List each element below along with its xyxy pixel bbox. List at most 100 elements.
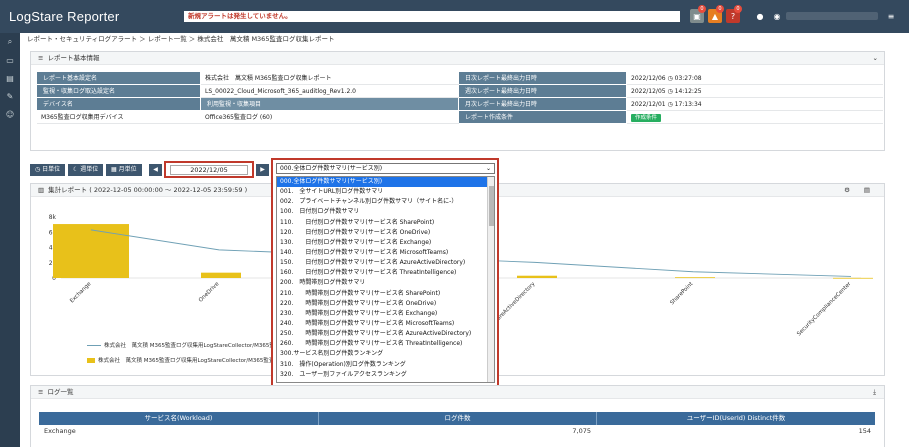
sidebar: ⌕ ▭ ▤ ✎ ☺ [0, 33, 20, 447]
date-input[interactable]: 2022/12/05 [170, 165, 248, 175]
dropdown-option[interactable]: 160. 日付別ログ件数サマリ(サービス名 ThreatIntelligence… [277, 268, 494, 278]
report-options-list[interactable]: 000.全体ログ件数サマリ(サービス別) 001. 全サイトURL別ログ件数サマリ… [276, 176, 495, 383]
wrench-icon[interactable]: ✎ [0, 87, 20, 105]
dropdown-option[interactable]: 002. プライベートチャンネル別ログ件数サマリ（サイト名に-） [277, 197, 494, 207]
info-label: 監視・収集ログ取込設定名 [37, 85, 201, 98]
dropdown-option[interactable]: 100. 日付別ログ件数サマリ [277, 207, 494, 217]
prev-date-button[interactable]: ◀ [149, 164, 162, 176]
info-row: デバイス名 利用監視・収集項目 月次レポート最終出力日時 2022/12/01 … [37, 98, 883, 111]
column-header-log-count[interactable]: ログ件数 [319, 412, 597, 425]
document-icon[interactable]: ▤ [0, 69, 20, 87]
info-label: 利用監視・収集項目 [201, 98, 459, 111]
dropdown-option[interactable]: 300.サービス名別ログ件数ランキング [277, 349, 494, 359]
week-unit-button[interactable]: ☾ 週単位 [68, 164, 104, 176]
info-value: 作成条件 [627, 111, 883, 124]
report-select-value: 000.全体ログ件数サマリ(サービス別) [280, 165, 383, 172]
report-icon[interactable]: ▭ [0, 51, 20, 69]
table-row[interactable]: Exchange 7,075 154 [39, 425, 875, 437]
day-unit-label: 日単位 [42, 166, 61, 173]
basic-info-grid: レポート基本設定名 株式会社 萬文積 M365監査ログ収集レポート 日次レポート… [37, 72, 883, 124]
user-icon[interactable]: ◉ [770, 9, 784, 23]
dropdown-option[interactable]: 220. 時間帯別ログ件数サマリ(サービス名 OneDrive) [277, 299, 494, 309]
table-cell: Exchange [44, 427, 76, 435]
error-count-badge: 0 [734, 5, 742, 13]
report-select[interactable]: 000.全体ログ件数サマリ(サービス別) ⌄ [276, 163, 495, 174]
chevron-down-icon[interactable]: ⌄ [873, 52, 878, 65]
info-label: 日次レポート最終出力日時 [459, 72, 627, 85]
table-cell: 7,075 [572, 427, 591, 435]
log-list-title: ログ一覧 [47, 388, 74, 396]
info-row: 監視・収集ログ取込設定名 LS_00022_Cloud_Microsoft_36… [37, 85, 883, 98]
dropdown-option[interactable]: 310. 操作(Operation)別ログ件数ランキング [277, 360, 494, 370]
legend-bar-label: 株式会社 萬文積 M365監査ログ収集用LogStareCollector/M3… [98, 358, 286, 364]
bar [833, 277, 873, 279]
search-icon[interactable]: ⌕ [0, 33, 20, 51]
column-header-user-count[interactable]: ユーザーID(UserId) Distinct件数 [597, 412, 875, 425]
next-date-button[interactable]: ▶ [256, 164, 269, 176]
x-tick-label: SharePoint [669, 281, 695, 307]
legend-line-entry[interactable]: 株式会社 萬文積 M365監査ログ収集用LogStareCollector/M3… [87, 341, 291, 349]
basic-info-header: ≡ レポート基本情報 ⌄ [31, 52, 884, 65]
info-value: LS_00022_Cloud_Microsoft_365_auditlog_Re… [201, 85, 459, 98]
basic-info-title: レポート基本情報 [47, 54, 100, 62]
dropdown-option[interactable]: 000.全体ログ件数サマリ(サービス別) [277, 177, 494, 188]
info-row: M365監査ログ収集用デバイス Office365監査ログ (60) レポート作… [37, 111, 883, 124]
info-label: デバイス名 [37, 98, 201, 111]
day-unit-button[interactable]: ◷ 日単位 [30, 164, 66, 176]
info-value: 2022/12/01 ◷ 17:13:34 [627, 98, 883, 111]
report-select-highlight: 000.全体ログ件数サマリ(サービス別) ⌄ 000.全体ログ件数サマリ(サービ… [271, 158, 499, 387]
log-table: サービス名(Workload) ログ件数 ユーザーID(UserId) Dist… [39, 412, 875, 437]
legend-line-label: 株式会社 萬文積 M365監査ログ収集用LogStareCollector/M3… [104, 343, 292, 349]
scrollbar[interactable] [487, 177, 494, 382]
dropdown-option[interactable]: 320. ユーザー別ファイルアクセスランキング [277, 370, 494, 380]
week-unit-label: 週単位 [80, 166, 99, 173]
column-header-workload[interactable]: サービス名(Workload) [39, 412, 319, 425]
x-tick-label: Exchange [69, 281, 93, 305]
breadcrumb[interactable]: レポート・セキュリティログアラート ＞ レポート一覧 ＞ 株式会社 萬文積 M3… [27, 33, 334, 45]
date-highlight: 2022/12/05 [164, 161, 254, 178]
dropdown-option[interactable]: 210. 時間帯別ログ件数サマリ(サービス名 SharePoint) [277, 289, 494, 299]
basic-info-panel: ≡ レポート基本情報 ⌄ レポート基本設定名 株式会社 萬文積 M365監査ログ収… [30, 51, 885, 151]
bar [675, 277, 715, 279]
dropdown-option[interactable]: 240. 時間帯別ログ件数サマリ(サービス名 MicrosoftTeams) [277, 319, 494, 329]
dropdown-option[interactable]: 250. 時間帯別ログ件数サマリ(サービス名 AzureActiveDirect… [277, 329, 494, 339]
top-bar: LogStare Reporter 新規アラートは発生していません。 ▣ 0 ▲… [0, 0, 909, 33]
dropdown-option[interactable]: 200. 時間帯別ログ件数サマリ [277, 278, 494, 288]
log-list-header: ≡ ログ一覧 ⤓ [31, 386, 884, 399]
dropdown-option[interactable]: 150. 日付別ログ件数サマリ(サービス名 AzureActiveDirecto… [277, 258, 494, 268]
download-icon[interactable]: ⤓ [873, 386, 876, 399]
scrollbar-thumb[interactable] [489, 186, 494, 226]
dropdown-option[interactable]: 120. 日付別ログ件数サマリ(サービス名 OneDrive) [277, 228, 494, 238]
bar [201, 272, 241, 278]
dropdown-option[interactable]: 140. 日付別ログ件数サマリ(サービス名 MicrosoftTeams) [277, 248, 494, 258]
info-label: 月次レポート最終出力日時 [459, 98, 627, 111]
menu-icon[interactable]: ≡ [884, 9, 898, 23]
dropdown-option[interactable]: 110. 日付別ログ件数サマリ(サービス名 SharePoint) [277, 218, 494, 228]
user-name[interactable] [786, 12, 878, 20]
info-label: レポート作成条件 [459, 111, 627, 124]
dropdown-option[interactable]: 260. 時間帯別ログ件数サマリ(サービス名 ThreatIntelligenc… [277, 339, 494, 349]
month-unit-button[interactable]: ▦ 月単位 [106, 164, 142, 176]
info-value: 2022/12/06 ◷ 03:27:08 [627, 72, 883, 85]
dropdown-option[interactable]: 230. 時間帯別ログ件数サマリ(サービス名 Exchange) [277, 309, 494, 319]
list-icon: ≡ [38, 388, 44, 396]
warning-count-badge: 0 [716, 5, 724, 13]
info-value: M365監査ログ収集用デバイス [37, 111, 201, 124]
info-label: レポート基本設定名 [37, 72, 201, 85]
info-value: 株式会社 萬文積 M365監査ログ収集レポート [201, 72, 459, 85]
bar [53, 224, 129, 278]
bar [517, 275, 557, 278]
calendar-icon: ▦ [111, 166, 119, 173]
legend-line-swatch [87, 345, 101, 346]
info-label: 週次レポート最終出力日時 [459, 85, 627, 98]
info-icon[interactable]: ● [753, 9, 767, 23]
app-title[interactable]: LogStare Reporter [9, 9, 119, 24]
users-icon[interactable]: ☺ [0, 105, 20, 123]
legend-bar-entry[interactable]: 株式会社 萬文積 M365監査ログ収集用LogStareCollector/M3… [87, 356, 285, 364]
x-tick-label: SecurityComplianceCenter [796, 281, 853, 338]
dropdown-option[interactable]: 001. 全サイトURL別ログ件数サマリ [277, 187, 494, 197]
info-value: Office365監査ログ (60) [201, 111, 459, 124]
create-condition-button[interactable]: 作成条件 [631, 114, 662, 122]
y-tick-label: 8k [49, 214, 57, 221]
dropdown-option[interactable]: 130. 日付別ログ件数サマリ(サービス名 Exchange) [277, 238, 494, 248]
